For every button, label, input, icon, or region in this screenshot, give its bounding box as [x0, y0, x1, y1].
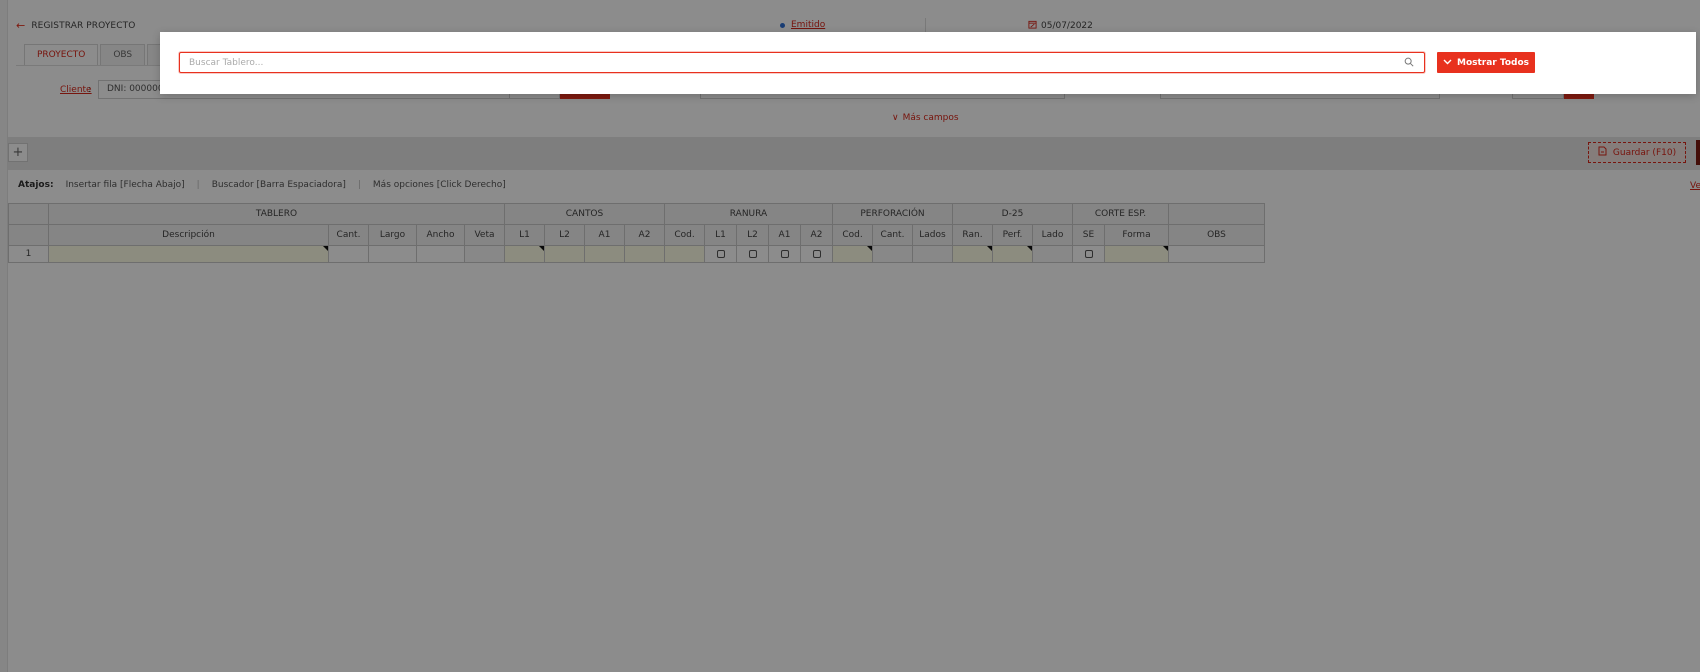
search-input[interactable]: [180, 53, 1390, 72]
search-box[interactable]: [179, 52, 1425, 73]
chevron-down-icon: [1443, 58, 1452, 68]
show-all-button[interactable]: Mostrar Todos: [1437, 52, 1535, 73]
show-all-label: Mostrar Todos: [1457, 57, 1529, 68]
search-modal: Mostrar Todos: [160, 32, 1696, 94]
modal-overlay[interactable]: [0, 0, 1700, 672]
search-icon[interactable]: [1404, 57, 1416, 69]
